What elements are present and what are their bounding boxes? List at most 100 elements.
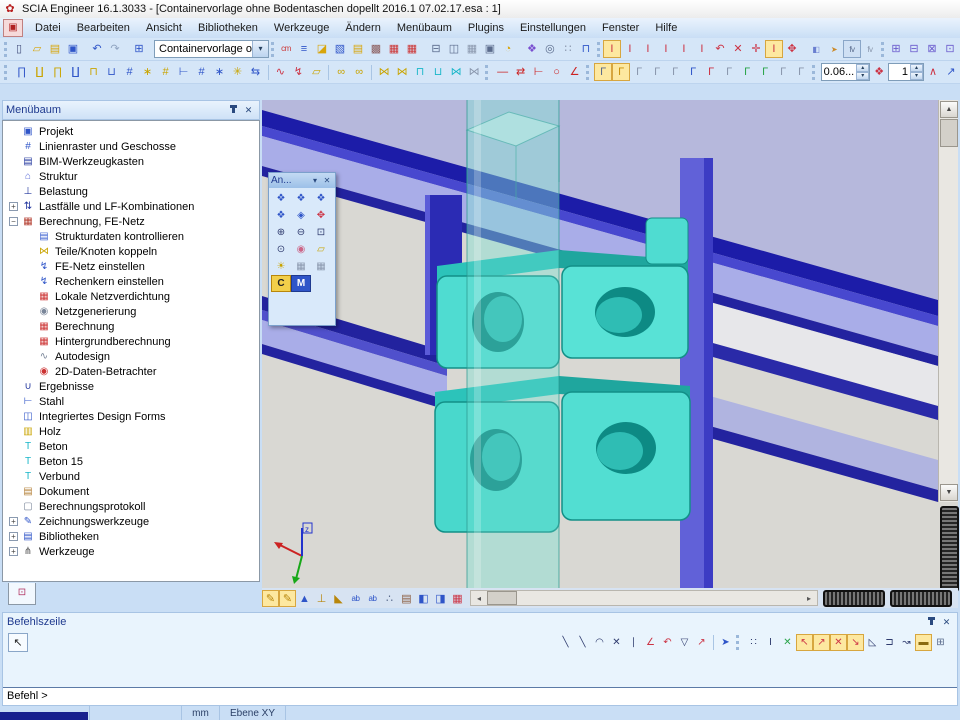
gallery-icon[interactable]: ❖	[523, 40, 541, 58]
move-tool-icon[interactable]: ✥	[783, 40, 801, 58]
tree-expander-icon[interactable]	[9, 187, 18, 196]
snap-arc-icon[interactable]: ◠	[591, 634, 608, 651]
column-copy-icon[interactable]: ⊓	[411, 63, 429, 81]
tree-expander-icon[interactable]	[9, 172, 18, 181]
explode-icon[interactable]: ✳	[229, 63, 247, 81]
render-red-icon[interactable]: Γ	[702, 63, 720, 81]
ortho-snap-icon[interactable]: ◺	[864, 634, 881, 651]
scroll-right-icon[interactable]: ▸	[801, 591, 817, 605]
endpoint-snap-icon[interactable]: ↖	[796, 634, 813, 651]
tree-expander-icon[interactable]	[9, 502, 18, 511]
print-icon[interactable]: ⊟	[427, 40, 445, 58]
history-icon[interactable]: ◔	[499, 40, 517, 58]
select-cursor-button[interactable]: ↖	[8, 633, 28, 652]
rendered-view-icon[interactable]: Γ	[612, 63, 630, 81]
results-table-icon[interactable]: ▦	[385, 40, 403, 58]
child-window-icon[interactable]: ▣	[3, 19, 23, 37]
project-template-dropdown[interactable]: Containervorlage o ▾	[154, 40, 269, 58]
wireframe-view-icon[interactable]: Γ	[630, 63, 648, 81]
tree-item-dokument[interactable]: ▤ Dokument	[3, 484, 259, 499]
tree-expander-icon[interactable]	[9, 457, 18, 466]
unlink-members-icon[interactable]: ⋈	[393, 63, 411, 81]
status-plane[interactable]: Ebene XY	[220, 706, 286, 720]
uncouple-nodes-icon[interactable]: ∞	[350, 63, 368, 81]
rotate-view-icon[interactable]: ✥	[311, 207, 331, 224]
tree-expander-icon[interactable]	[25, 277, 34, 286]
tree-item-berechnung-fe-netz[interactable]: − ▦ Berechnung, FE-Netz	[3, 214, 259, 229]
zoom-document-icon[interactable]: ◎	[541, 40, 559, 58]
render-flat-icon[interactable]: Γ	[774, 63, 792, 81]
floating-toolbar-header[interactable]: An... ▾ ✕	[269, 173, 335, 188]
render-green2-icon[interactable]: Γ	[756, 63, 774, 81]
tree-item-beton[interactable]: T Beton	[3, 439, 259, 454]
clip-image-icon[interactable]: ▦	[291, 258, 311, 275]
scroll-up-icon[interactable]: ▲	[940, 101, 958, 118]
section-edit-icon[interactable]: I	[639, 40, 657, 58]
copy-members-icon[interactable]: ∐	[67, 63, 85, 81]
section-undo-icon[interactable]: ↶	[711, 40, 729, 58]
tree-item-beton-15[interactable]: T Beton 15	[3, 454, 259, 469]
zoom-all-icon[interactable]: ⊙	[271, 241, 291, 258]
close-icon[interactable]: ✕	[241, 103, 256, 117]
show-node-labels-icon[interactable]: ab	[347, 590, 364, 607]
project-window-icon[interactable]: ⊞	[130, 40, 148, 58]
axis-cone-icon[interactable]: ▲	[296, 590, 313, 607]
tree-item-zeichnungswerkzeuge[interactable]: + ✎ Zeichnungswerkzeuge	[3, 514, 259, 529]
toolbar-grip[interactable]	[485, 65, 491, 80]
tree-expander-icon[interactable]	[25, 337, 34, 346]
zoom-selection-icon[interactable]: ◉	[291, 241, 311, 258]
split-members-icon[interactable]: ⊔	[103, 63, 121, 81]
tree-item-holz[interactable]: ▥ Holz	[3, 424, 259, 439]
clipboard-icon[interactable]: ▤	[349, 40, 367, 58]
tree-item-autodesign[interactable]: ∿ Autodesign	[3, 349, 259, 364]
tree-expander-icon[interactable]	[9, 412, 18, 421]
node-snap-icon[interactable]: ✕	[830, 634, 847, 651]
tree-item-2d-daten-betrachter[interactable]: ◉ 2D-Daten-Betrachter	[3, 364, 259, 379]
tree-item-rechenkern-einstellen[interactable]: ↯ Rechenkern einstellen	[3, 274, 259, 289]
tree-expander-icon[interactable]	[25, 247, 34, 256]
view-z-icon[interactable]: ❖	[311, 190, 331, 207]
midpoint-snap-icon[interactable]: ↗	[813, 634, 830, 651]
tree-expander-icon[interactable]	[9, 127, 18, 136]
column-paste-icon[interactable]: ⊔	[429, 63, 447, 81]
section-default-icon[interactable]: I	[765, 40, 783, 58]
tree-item-verbund[interactable]: T Verbund	[3, 469, 259, 484]
tree-item-projekt[interactable]: ▣ Projekt	[3, 124, 259, 139]
draw-pencil-icon[interactable]: ✎	[262, 590, 279, 607]
open-project-icon[interactable]: ▱	[28, 40, 46, 58]
tree-item-lastfaelle[interactable]: + ⇅ Lastfälle und LF-Kombinationen	[3, 199, 259, 214]
tree-item-werkzeuge[interactable]: + ⋔ Werkzeuge	[3, 544, 259, 559]
mesh-view-icon[interactable]: ▩	[367, 40, 385, 58]
polyline-edit-icon[interactable]: ∿	[271, 63, 289, 81]
tree-expander-icon[interactable]	[9, 487, 18, 496]
vertical-scroll-thumb[interactable]	[940, 119, 958, 147]
save-icon[interactable]: ▣	[64, 40, 82, 58]
join-members-icon[interactable]: ⊓	[85, 63, 103, 81]
layers-icon[interactable]: ≡	[295, 40, 313, 58]
spin-up-icon[interactable]: ▴	[856, 64, 869, 72]
zoom-out-icon[interactable]: ⊖	[291, 224, 311, 241]
activity-icon[interactable]: ◪	[313, 40, 331, 58]
chevron-down-icon[interactable]: ▾	[309, 174, 321, 188]
tree-expander-icon[interactable]	[9, 397, 18, 406]
section-add-icon[interactable]: ✛	[747, 40, 765, 58]
units-icon[interactable]: cm	[277, 40, 295, 58]
copy-view-icon[interactable]: ⊞	[887, 40, 905, 58]
menu-ansicht[interactable]: Ansicht	[138, 20, 190, 36]
tree-expander-icon[interactable]	[9, 472, 18, 481]
align-members-icon[interactable]: #	[121, 63, 139, 81]
command-input[interactable]: Befehl >	[3, 687, 957, 705]
render-window-icon[interactable]: ◧	[807, 40, 825, 58]
region-select-icon[interactable]: ▱	[307, 63, 325, 81]
cross-section-icon[interactable]: I	[603, 40, 621, 58]
tree-item-integriertes-design-forms[interactable]: ◫ Integriertes Design Forms	[3, 409, 259, 424]
member-check-icon[interactable]: ⋈	[465, 63, 483, 81]
model-3d-scene[interactable]: z	[262, 100, 938, 588]
node-size-icon[interactable]: ❖	[870, 63, 888, 81]
end-style-icon[interactable]: ⊢	[530, 63, 548, 81]
tree-item-berechnung[interactable]: ▦ Berechnung	[3, 319, 259, 334]
member-pair-icon[interactable]: ⋈	[447, 63, 465, 81]
snap-angle-icon[interactable]: ∠	[642, 634, 659, 651]
intersection-snap-icon[interactable]: ✕	[779, 634, 796, 651]
snap-segment-icon[interactable]: ╲	[574, 634, 591, 651]
